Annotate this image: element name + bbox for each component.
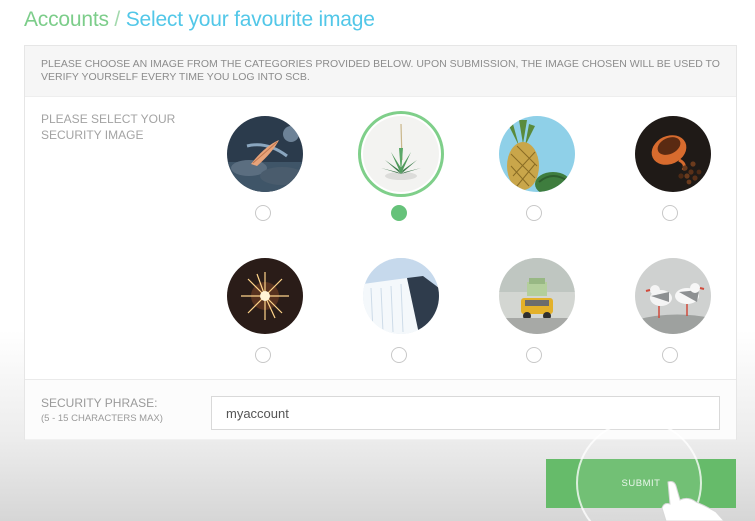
breadcrumb-separator: / — [108, 8, 126, 31]
feather-on-rocks-image[interactable] — [227, 116, 303, 192]
security-phrase-hint: (5 - 15 CHARACTERS MAX) — [41, 413, 163, 424]
image-radio-7[interactable] — [526, 347, 542, 363]
image-radio-1[interactable] — [255, 205, 271, 221]
security-phrase-label: SECURITY PHRASE: — [41, 396, 158, 410]
image-radio-2[interactable] — [391, 205, 407, 221]
image-option-3 — [499, 116, 575, 192]
security-phrase-input[interactable] — [211, 396, 720, 430]
succulent-plant-image[interactable] — [358, 111, 444, 197]
image-option-6 — [363, 258, 439, 334]
image-option-7 — [499, 258, 575, 334]
image-option-4 — [635, 116, 711, 192]
coffee-cup-image[interactable] — [635, 116, 711, 192]
security-image-form: PLEASE CHOOSE AN IMAGE FROM THE CATEGORI… — [24, 45, 737, 440]
image-option-1 — [227, 116, 303, 192]
page-title: Select your favourite image — [125, 8, 375, 31]
security-phrase-row: SECURITY PHRASE: (5 - 15 CHARACTERS MAX) — [25, 379, 736, 440]
security-image-label: PLEASE SELECT YOUR SECURITY IMAGE — [41, 112, 176, 142]
image-radio-8[interactable] — [662, 347, 678, 363]
image-radio-3[interactable] — [526, 205, 542, 221]
breadcrumb-section[interactable]: Accounts — [24, 8, 109, 31]
sparkler-image[interactable] — [227, 258, 303, 334]
image-radio-5[interactable] — [255, 347, 271, 363]
page-heading: Accounts / Select your favourite image — [24, 8, 375, 32]
image-radio-6[interactable] — [391, 347, 407, 363]
image-option-5 — [227, 258, 303, 334]
image-option-2 — [358, 111, 444, 197]
instructions-notice: PLEASE CHOOSE AN IMAGE FROM THE CATEGORI… — [25, 46, 736, 97]
image-option-8 — [635, 258, 711, 334]
pineapple-image[interactable] — [499, 116, 575, 192]
submit-button[interactable]: SUBMIT — [546, 459, 736, 508]
image-radio-4[interactable] — [662, 205, 678, 221]
waterfall-image[interactable] — [363, 258, 439, 334]
seagulls-image[interactable] — [635, 258, 711, 334]
toy-car-image[interactable] — [499, 258, 575, 334]
